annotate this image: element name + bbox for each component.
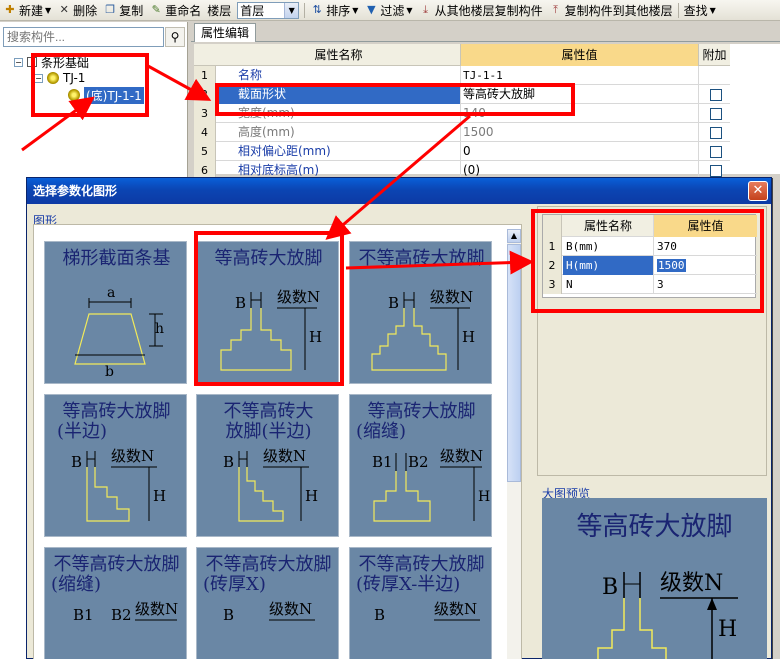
annotation-box-params bbox=[531, 209, 764, 313]
label-h: h bbox=[155, 321, 164, 337]
scrollbar-thumb[interactable] bbox=[507, 244, 521, 482]
gallery-scrollbar[interactable]: ▲ bbox=[507, 229, 521, 659]
delete-button[interactable]: ✕ 删除 bbox=[54, 1, 100, 20]
app-window: ✚ 新建 ▼ ✕ 删除 ❐ 复制 ✎ 重命名 楼层 首层 ▼ ⇅ 排序 ▼ ▼ 过滤 ▼ ⤓ 从其他楼… bbox=[0, 0, 780, 659]
svg-text:H: H bbox=[462, 328, 475, 346]
collapse-icon[interactable]: − bbox=[14, 57, 23, 67]
toolbar: ✚ 新建 ▼ ✕ 删除 ❐ 复制 ✎ 重命名 楼层 首层 ▼ ⇅ 排序 ▼ ▼ 过滤 ▼ ⤓ 从其他楼… bbox=[0, 0, 780, 21]
column-header-name: 属性名称 bbox=[314, 48, 363, 62]
shape-tile-unequal-thick[interactable]: 不等高砖大放脚 (砖厚X) B 级数N bbox=[196, 547, 339, 659]
scroll-up-icon[interactable]: ▲ bbox=[507, 229, 521, 243]
svg-text:B: B bbox=[374, 606, 385, 624]
annotation-box-shape bbox=[215, 83, 575, 116]
annotation-box-tile bbox=[194, 231, 344, 386]
extra-checkbox[interactable] bbox=[710, 127, 722, 139]
extra-checkbox[interactable] bbox=[710, 165, 722, 177]
tab-property-edit[interactable]: 属性编辑 bbox=[194, 23, 256, 42]
footing-diagram: B 级数N H bbox=[223, 447, 318, 522]
svg-text:B2: B2 bbox=[408, 453, 429, 471]
tab-bar: 属性编辑 bbox=[191, 22, 780, 42]
shape-tile-unequal-thick-half[interactable]: 不等高砖大放脚 (砖厚X-半边) B 级数N bbox=[349, 547, 492, 659]
svg-text:级数N: 级数N bbox=[430, 288, 473, 306]
copy-icon: ❐ bbox=[105, 3, 116, 16]
svg-text:H: H bbox=[305, 487, 318, 505]
svg-text:B: B bbox=[602, 575, 618, 600]
dropdown-arrow-icon: ▼ bbox=[406, 5, 413, 15]
copy-button[interactable]: ❐ 复制 bbox=[100, 1, 146, 20]
toolbar-divider bbox=[677, 2, 679, 18]
footing-diagram: B 级数N H bbox=[371, 288, 475, 371]
svg-text:级数N: 级数N bbox=[269, 600, 312, 618]
annotation-box-tree bbox=[31, 53, 149, 117]
svg-text:B: B bbox=[223, 453, 234, 471]
search-icon[interactable]: ⚲ bbox=[165, 27, 185, 47]
dialog-title: 选择参数化图形 bbox=[27, 178, 771, 204]
shape-tile-unequal-half[interactable]: 不等高砖大 放脚(半边) B 级数N H bbox=[196, 394, 339, 537]
close-icon[interactable]: ✕ bbox=[748, 181, 768, 201]
shape-tile-equal-joint[interactable]: 等高砖大放脚 (缩缝) B1 B2 级数N H bbox=[349, 394, 492, 537]
shape-tile-trapezoid[interactable]: 梯形截面条基 a h b bbox=[44, 241, 187, 384]
table-row[interactable]: 4 高度(mm) 1500 bbox=[194, 123, 730, 142]
shape-tile-unequal-step[interactable]: 不等高砖大放脚 B 级数N H bbox=[349, 241, 492, 384]
floor-select[interactable]: 首层 ▼ bbox=[237, 1, 300, 19]
svg-text:B1: B1 bbox=[372, 453, 393, 471]
extra-checkbox[interactable] bbox=[710, 108, 722, 120]
column-header-extra: 附加 bbox=[698, 44, 730, 66]
chevron-down-icon: ▼ bbox=[284, 2, 299, 18]
preview-diagram: B 级数N H bbox=[597, 571, 738, 659]
dropdown-arrow-icon: ▼ bbox=[709, 5, 716, 15]
trapezoid-diagram: a h b bbox=[74, 285, 164, 380]
label-b: b bbox=[105, 364, 114, 380]
svg-text:级数N: 级数N bbox=[440, 447, 483, 465]
svg-text:B: B bbox=[388, 294, 399, 312]
label-a: a bbox=[107, 285, 115, 301]
extra-checkbox[interactable] bbox=[710, 89, 722, 101]
copy-to-floor-button[interactable]: ⤒ 复制构件到其他楼层 bbox=[546, 1, 676, 20]
svg-text:级数N: 级数N bbox=[660, 571, 723, 596]
svg-text:级数N: 级数N bbox=[263, 447, 306, 465]
dropdown-arrow-icon: ▼ bbox=[352, 5, 359, 15]
svg-text:B: B bbox=[71, 453, 82, 471]
svg-text:H: H bbox=[718, 617, 737, 642]
svg-text:级数N: 级数N bbox=[434, 600, 477, 618]
rename-icon: ✎ bbox=[151, 3, 161, 16]
table-row[interactable]: 5 相对偏心距(mm) 0 bbox=[194, 142, 730, 161]
filter-button[interactable]: ▼ 过滤 ▼ bbox=[361, 1, 415, 20]
shape-tile-unequal-joint[interactable]: 不等高砖大放脚 (缩缝) B1 B2 级数N bbox=[44, 547, 187, 659]
copy-to-icon: ⤒ bbox=[553, 3, 559, 16]
filter-icon: ▼ bbox=[367, 3, 376, 16]
copy-from-floor-button[interactable]: ⤓ 从其他楼层复制构件 bbox=[416, 1, 546, 20]
copy-from-icon: ⤓ bbox=[423, 3, 429, 16]
dropdown-arrow-icon: ▼ bbox=[45, 5, 52, 15]
search-input[interactable] bbox=[3, 27, 164, 47]
new-button[interactable]: ✚ 新建 ▼ bbox=[0, 1, 54, 20]
footing-diagram: B 级数N H bbox=[71, 447, 166, 522]
svg-text:级数N: 级数N bbox=[135, 600, 178, 618]
footing-diagram: B 级数N bbox=[223, 600, 315, 624]
new-icon: ✚ bbox=[5, 3, 15, 16]
find-button[interactable]: 查找 ▼ bbox=[681, 1, 719, 20]
svg-text:H: H bbox=[478, 489, 490, 505]
footing-diagram: B1 B2 级数N H bbox=[372, 447, 490, 522]
footing-diagram: B1 B2 级数N bbox=[73, 600, 178, 624]
floor-label: 楼层 bbox=[207, 3, 232, 18]
column-header-value: 属性值 bbox=[460, 44, 698, 66]
sort-icon: ⇅ bbox=[312, 3, 322, 16]
sort-button[interactable]: ⇅ 排序 ▼ bbox=[307, 1, 361, 20]
extra-checkbox[interactable] bbox=[710, 146, 722, 158]
svg-text:B: B bbox=[223, 606, 234, 624]
svg-text:B2: B2 bbox=[111, 606, 132, 624]
rename-button[interactable]: ✎ 重命名 bbox=[146, 1, 204, 20]
svg-text:级数N: 级数N bbox=[111, 447, 154, 465]
shape-tile-equal-half[interactable]: 等高砖大放脚 (半边) B 级数N H bbox=[44, 394, 187, 537]
toolbar-divider bbox=[304, 2, 306, 18]
svg-text:B1: B1 bbox=[73, 606, 94, 624]
large-preview: 等高砖大放脚 B 级数N H bbox=[542, 498, 767, 659]
delete-icon: ✕ bbox=[59, 3, 69, 16]
footing-diagram: B 级数N bbox=[374, 600, 480, 624]
svg-text:H: H bbox=[153, 487, 166, 505]
grid-header: 属性名称 属性值 附加 bbox=[194, 44, 730, 66]
